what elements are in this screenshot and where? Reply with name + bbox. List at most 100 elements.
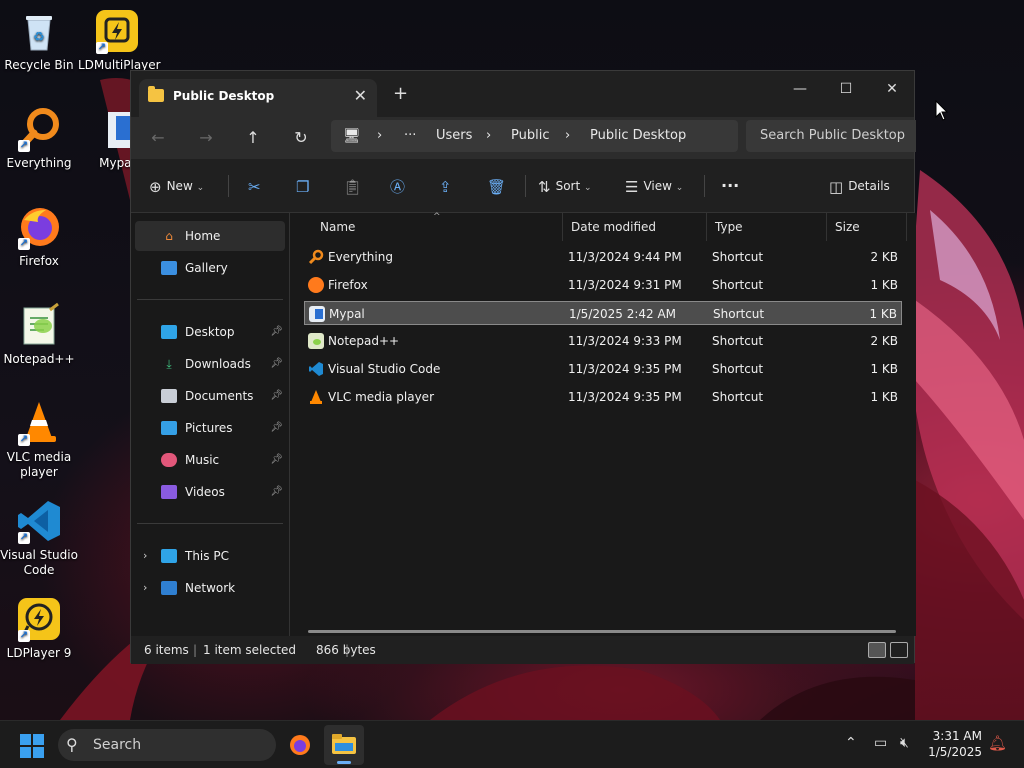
share-button[interactable]: ⇪ — [439, 176, 457, 196]
address-bar[interactable]: 🖥 › ··· Users › Public › Public Desktop — [331, 120, 738, 152]
search-input[interactable]: Search Public Desktop — [760, 128, 905, 143]
chevron-down-icon: ⌄ — [584, 183, 592, 193]
file-row-selected[interactable]: Mypal 1/5/2025 2:42 AM Shortcut 1 KB — [304, 301, 902, 325]
downloads-icon: ⤓ — [166, 357, 172, 371]
expand-chevron-icon[interactable]: › — [143, 541, 147, 571]
desktop-icon-vlc[interactable]: ↗ VLC media player — [0, 400, 78, 480]
minimize-button[interactable]: — — [777, 75, 823, 103]
tab-public-desktop[interactable]: Public Desktop ✕ — [139, 79, 377, 117]
sidebar-item-gallery[interactable]: Gallery — [135, 253, 285, 283]
sidebar-item-documents[interactable]: Documents 📌︎ — [135, 381, 285, 411]
shortcut-arrow-icon: ↗ — [18, 140, 30, 152]
shortcut-arrow-icon: ↗ — [18, 630, 30, 642]
close-tab-button[interactable]: ✕ — [354, 86, 367, 105]
paste-button[interactable]: 📋︎ — [343, 176, 367, 196]
view-label: View — [643, 179, 672, 193]
pin-icon[interactable]: 📌︎ — [270, 445, 283, 475]
sidebar-divider — [137, 523, 283, 524]
sort-button[interactable]: ⇅ Sort ⌄ — [538, 176, 592, 196]
file-row[interactable]: Notepad++ 11/3/2024 9:33 PM Shortcut 2 K… — [304, 329, 902, 353]
pin-icon[interactable]: 📌︎ — [270, 381, 283, 411]
search-box[interactable]: Search Public Desktop — [746, 120, 916, 152]
taskbar-firefox[interactable] — [288, 733, 312, 757]
taskbar-search[interactable]: ⚲ Search — [58, 729, 276, 761]
show-hidden-icons-button[interactable]: ⌃ — [845, 735, 857, 751]
forward-button[interactable]: → — [191, 125, 221, 151]
breadcrumb-more-button[interactable]: ··· — [404, 128, 416, 143]
file-row[interactable]: Everything 11/3/2024 9:44 PM Shortcut 2 … — [304, 245, 902, 269]
breadcrumb-public-desktop[interactable]: Public Desktop — [590, 128, 686, 143]
more-options-button[interactable]: ··· — [721, 176, 739, 196]
tiles-view-toggle[interactable] — [890, 642, 908, 658]
pin-icon[interactable]: 📌︎ — [270, 349, 283, 379]
column-label: Type — [715, 220, 743, 234]
file-row[interactable]: Visual Studio Code 11/3/2024 9:35 PM Sho… — [304, 357, 902, 381]
home-icon: ⌂ — [165, 229, 173, 243]
details-view-toggle[interactable] — [868, 642, 886, 658]
column-header-size[interactable]: Size — [827, 213, 907, 241]
sidebar-item-this-pc[interactable]: › This PC — [135, 541, 285, 571]
share-icon: ⇪ — [439, 177, 452, 196]
start-button[interactable] — [20, 734, 44, 758]
desktop-icon-ldplayer[interactable]: ↗ LDPlayer 9 — [0, 596, 78, 661]
status-divider: | — [345, 643, 350, 657]
new-button[interactable]: ⊕ New ⌄ — [149, 176, 204, 196]
sidebar-item-label: Music — [185, 453, 220, 467]
new-tab-button[interactable]: + — [393, 83, 408, 104]
sidebar-item-label: Network — [185, 581, 236, 595]
file-row[interactable]: Firefox 11/3/2024 9:31 PM Shortcut 1 KB — [304, 273, 902, 297]
vscode-icon — [308, 361, 324, 377]
desktop-icon-ldmultiplayer[interactable]: ↗ LDMultiPlayer — [78, 8, 161, 73]
copy-icon: ❐ — [296, 177, 310, 196]
pin-icon[interactable]: 📌︎ — [270, 413, 283, 443]
file-explorer-icon — [332, 734, 356, 754]
breadcrumb-users[interactable]: Users — [436, 128, 472, 143]
file-name: VLC media player — [328, 390, 435, 404]
sidebar-item-network[interactable]: › Network — [135, 573, 285, 603]
rename-button[interactable]: Ⓐ — [390, 176, 410, 196]
network-status-icon[interactable]: ▭ — [874, 735, 887, 751]
notification-bell-icon[interactable]: 🔔︎ — [988, 734, 1007, 752]
column-header-type[interactable]: Type — [707, 213, 827, 241]
maximize-button[interactable]: ☐ — [823, 75, 869, 103]
up-button[interactable]: ↑ — [238, 125, 268, 151]
details-button[interactable]: ◫ Details — [829, 176, 890, 196]
desktop-icon-recycle-bin[interactable]: ♻ Recycle Bin — [0, 8, 78, 73]
sidebar-item-desktop[interactable]: Desktop 📌︎ — [135, 317, 285, 347]
pin-icon[interactable]: 📌︎ — [270, 317, 283, 347]
sidebar-item-label: Documents — [185, 389, 254, 403]
refresh-button[interactable]: ↻ — [286, 125, 316, 151]
back-button[interactable]: ← — [143, 125, 173, 151]
notepad-plus-plus-icon — [308, 333, 324, 349]
pin-icon[interactable]: 📌︎ — [270, 477, 283, 507]
active-app-indicator — [337, 761, 351, 764]
view-button[interactable]: ☰ View ⌄ — [625, 176, 683, 196]
ldmultiplayer-icon: ↗ — [94, 8, 140, 54]
taskbar-file-explorer[interactable] — [324, 725, 364, 765]
sort-label: Sort — [555, 179, 581, 193]
sidebar-divider — [137, 299, 283, 300]
sidebar-item-downloads[interactable]: ⤓ Downloads 📌︎ — [135, 349, 285, 379]
column-header-date-modified[interactable]: Date modified — [563, 213, 707, 241]
expand-chevron-icon[interactable]: › — [143, 573, 147, 603]
sidebar-item-videos[interactable]: Videos 📌︎ — [135, 477, 285, 507]
sidebar-item-music[interactable]: Music 📌︎ — [135, 445, 285, 475]
copy-button[interactable]: ❐ — [296, 176, 314, 196]
breadcrumb-public[interactable]: Public — [511, 128, 549, 143]
desktop-icon-notepad-plus-plus[interactable]: Notepad++ — [0, 302, 78, 367]
sidebar-item-pictures[interactable]: Pictures 📌︎ — [135, 413, 285, 443]
clock[interactable]: 3:31 AM 1/5/2025 — [928, 728, 982, 760]
file-row[interactable]: VLC media player 11/3/2024 9:35 PM Short… — [304, 385, 902, 409]
column-label: Date modified — [571, 220, 657, 234]
column-header-name[interactable]: Name ^ — [312, 212, 563, 241]
desktop-icon-everything[interactable]: ↗ Everything — [0, 106, 78, 171]
shortcut-arrow-icon: ↗ — [18, 532, 30, 544]
desktop-icon-vscode[interactable]: ↗ Visual Studio Code — [0, 498, 78, 578]
delete-button[interactable]: 🗑︎ — [487, 176, 511, 196]
close-window-button[interactable]: ✕ — [869, 75, 915, 103]
volume-muted-icon[interactable]: 🔇︎ — [900, 735, 909, 751]
sidebar-item-home[interactable]: ⌂ Home — [135, 221, 285, 251]
horizontal-scrollbar[interactable] — [308, 630, 896, 633]
desktop-icon-firefox[interactable]: ↗ Firefox — [0, 204, 78, 269]
cut-button[interactable]: ✂ — [248, 176, 266, 196]
